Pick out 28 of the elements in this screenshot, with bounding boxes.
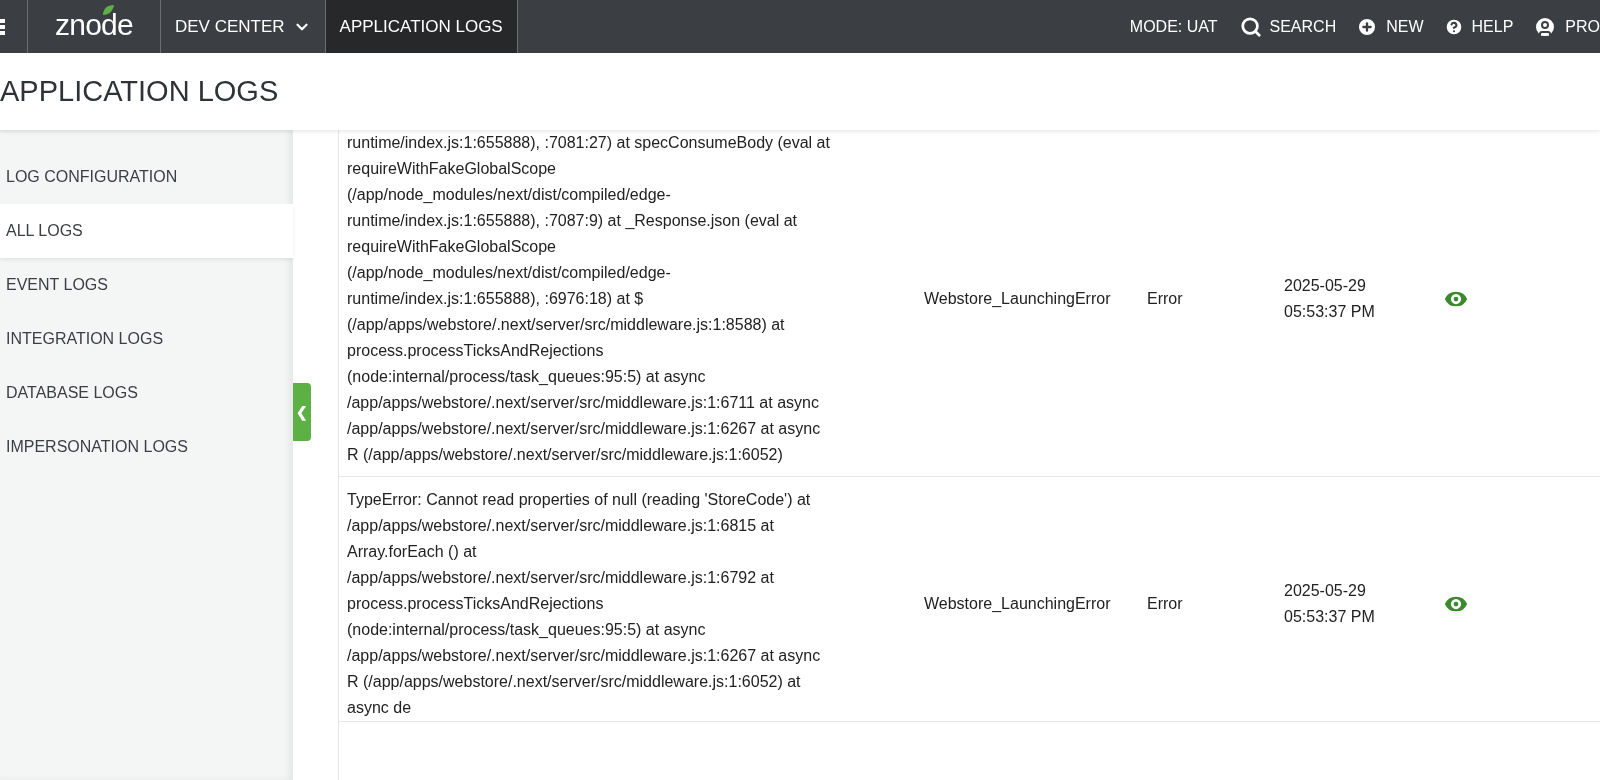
log-level: Error bbox=[1147, 289, 1184, 309]
search-icon bbox=[1239, 15, 1262, 38]
log-message: runtime/index.js:1:655888), :7081:27) at specConsumeBody (eval at requireWithFakeGlobalScope (/app/node_modules/next/dist/compiled/edge- runtime/index.js:1:655888), :7087:9) at _Response.json (eval at requireWithFakeGlobalScope (/app/node_modules/next/dist/compiled/edge- runtime/index.js:1:655888), :6976:18) at $ (/app/apps/webstore/.next/server/src/middleware.js:1:8588) at process.processTicksAndRejections (node:internal/process/task_queues:95:5) at async /app/apps/webstore/.next/server/src/middleware.js:1:6711 at async /app/apps/webstore/.next/server/src/middleware.js:1:6267 at async R (/app/apps/webstore/.next/server/src/middleware.js:1:6052) bbox=[346, 133, 831, 465]
sidebar-item[interactable]: IMPERSONATION LOGS bbox=[0, 420, 293, 474]
log-time: 05:53:37 PM bbox=[1284, 607, 1376, 627]
new-button[interactable]: NEW bbox=[1356, 0, 1424, 53]
log-date: 2025-05-29 bbox=[1284, 276, 1367, 296]
page-title: APPLICATION LOGS bbox=[0, 73, 279, 109]
sidebar-item[interactable]: ALL LOGS bbox=[0, 204, 293, 258]
log-date: 2025-05-29 bbox=[1284, 581, 1367, 601]
help-icon bbox=[1443, 16, 1464, 37]
log-level: Error bbox=[1147, 594, 1184, 614]
sidebar-item[interactable]: DATABASE LOGS bbox=[0, 366, 293, 420]
mode-label: MODE: UAT bbox=[1129, 16, 1218, 37]
nav-tab[interactable]: DEV CENTER bbox=[161, 0, 326, 53]
help-button[interactable]: HELP bbox=[1443, 0, 1514, 53]
sidebar-item[interactable]: INTEGRATION LOGS bbox=[0, 312, 293, 366]
log-message: TypeError: Cannot read properties of null (reading 'StoreCode') at /app/apps/webstore/.next/server/src/middleware.js:1:6815 at Array.forEach () at /app/apps/webstore/.next/server/src/middleware.js:1:6792 at process.processTicksAndRejections (node:internal/process/task_queues:95:5) at async /app/apps/webstore/.next/server/src/middleware.js:1:6267 at async R (/app/apps/webstore/.next/server/src/middleware.js:1:6052) at async de bbox=[346, 490, 822, 718]
log-name: Webstore_LaunchingError bbox=[924, 289, 1112, 309]
profile-button[interactable]: PRO bbox=[1533, 0, 1600, 53]
logo[interactable]: znode bbox=[55, 9, 133, 44]
log-name: Webstore_LaunchingError bbox=[924, 594, 1112, 614]
sidebar-item[interactable]: EVENT LOGS bbox=[0, 258, 293, 312]
nav-tab[interactable]: APPLICATION LOGS bbox=[325, 0, 518, 53]
search-button[interactable]: SEARCH bbox=[1239, 0, 1337, 53]
sidebar-item[interactable]: LOG CONFIGURATION bbox=[0, 150, 293, 204]
log-time: 05:53:37 PM bbox=[1284, 302, 1376, 322]
grid-menu-icon[interactable] bbox=[0, 16, 6, 37]
